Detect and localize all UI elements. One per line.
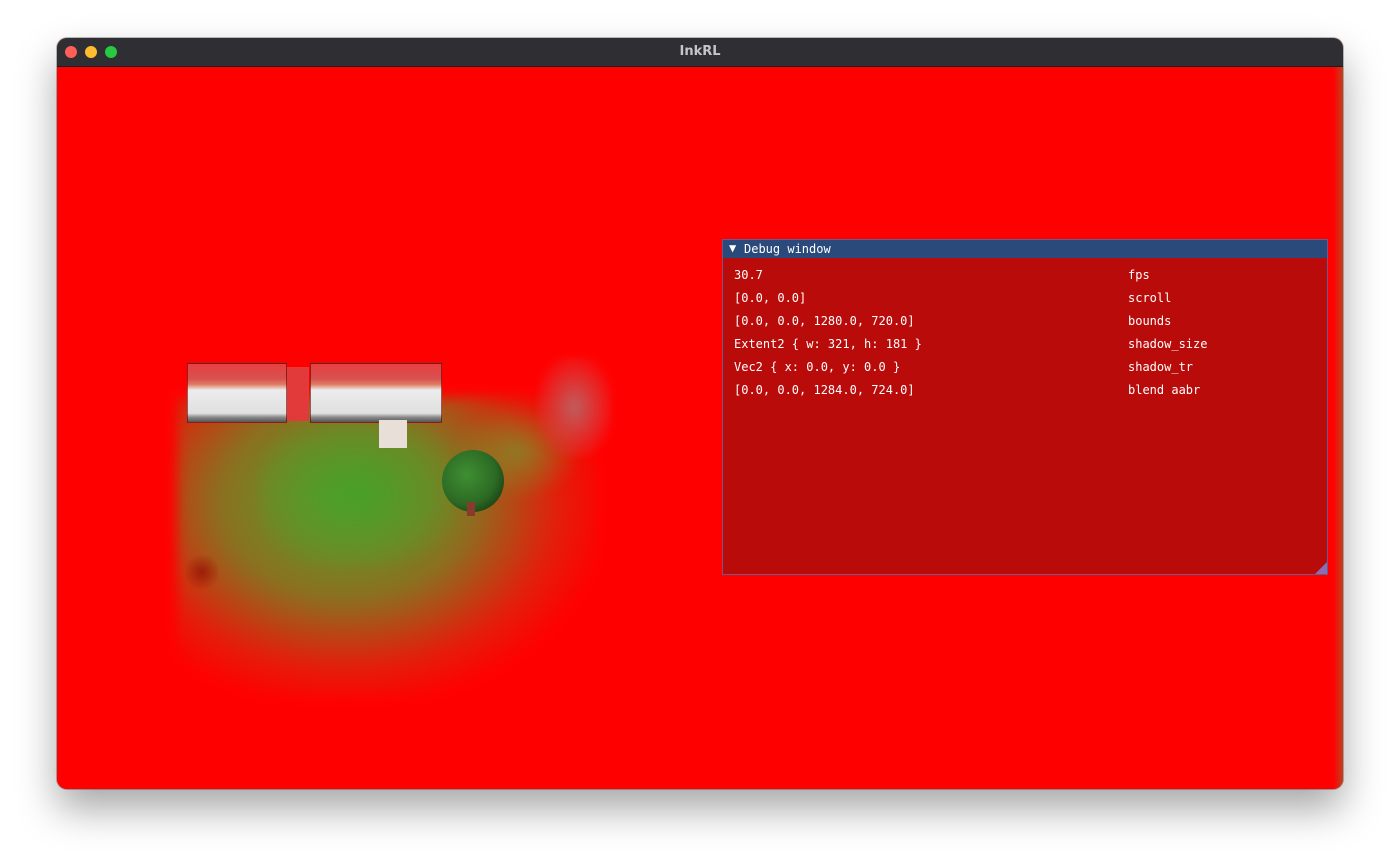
debug-label: scroll xyxy=(1128,291,1172,305)
title-bar[interactable]: InkRL xyxy=(57,38,1343,67)
wall-pillar xyxy=(287,367,309,421)
debug-row-scroll: [0.0, 0.0] scroll xyxy=(734,291,1324,309)
shadow-blob xyxy=(185,552,219,592)
debug-value: [0.0, 0.0, 1284.0, 724.0] xyxy=(734,383,915,397)
doorway-tile xyxy=(379,420,407,448)
debug-value: [0.0, 0.0] xyxy=(734,291,807,305)
window-title: InkRL xyxy=(679,44,721,59)
debug-row-shadow-tr: Vec2 { x: 0.0, y: 0.0 } shadow_tr xyxy=(734,360,1324,378)
debug-row-shadow-size: Extent2 { w: 321, h: 181 } shadow_size xyxy=(734,337,1324,355)
debug-label: fps xyxy=(1128,268,1150,282)
game-viewport[interactable]: ▼ Debug window 30.7 fps [0.0, 0.0] scrol… xyxy=(57,67,1343,789)
debug-label: shadow_size xyxy=(1128,337,1208,351)
debug-window-header[interactable]: ▼ Debug window xyxy=(723,240,1327,258)
wall-segment-left xyxy=(187,363,287,423)
debug-value: Extent2 { w: 321, h: 181 } xyxy=(734,337,922,351)
debug-window-title: Debug window xyxy=(744,242,831,256)
debug-value: 30.7 xyxy=(734,268,763,282)
tree-trunk xyxy=(467,502,475,516)
debug-window[interactable]: ▼ Debug window 30.7 fps [0.0, 0.0] scrol… xyxy=(722,239,1328,575)
resize-grip-icon[interactable] xyxy=(1315,562,1327,574)
stone-patch xyxy=(537,357,612,457)
debug-row-fps: 30.7 fps xyxy=(734,268,1324,286)
debug-label: bounds xyxy=(1128,314,1172,328)
debug-label: blend aabr xyxy=(1128,383,1201,397)
app-window: InkRL ▼ Debug window 30.7 fps [0.0, 0.0]… xyxy=(57,38,1343,789)
collapse-arrow-icon[interactable]: ▼ xyxy=(729,241,736,255)
debug-value: Vec2 { x: 0.0, y: 0.0 } xyxy=(734,360,901,374)
debug-label: shadow_tr xyxy=(1128,360,1194,374)
grass-area-center xyxy=(257,417,457,567)
debug-value: [0.0, 0.0, 1280.0, 720.0] xyxy=(734,314,915,328)
viewport-edge-tiles xyxy=(1333,67,1343,789)
debug-row-blend-aabr: [0.0, 0.0, 1284.0, 724.0] blend aabr xyxy=(734,383,1324,401)
wall-segment-right xyxy=(310,363,442,423)
debug-row-bounds: [0.0, 0.0, 1280.0, 720.0] bounds xyxy=(734,314,1324,332)
